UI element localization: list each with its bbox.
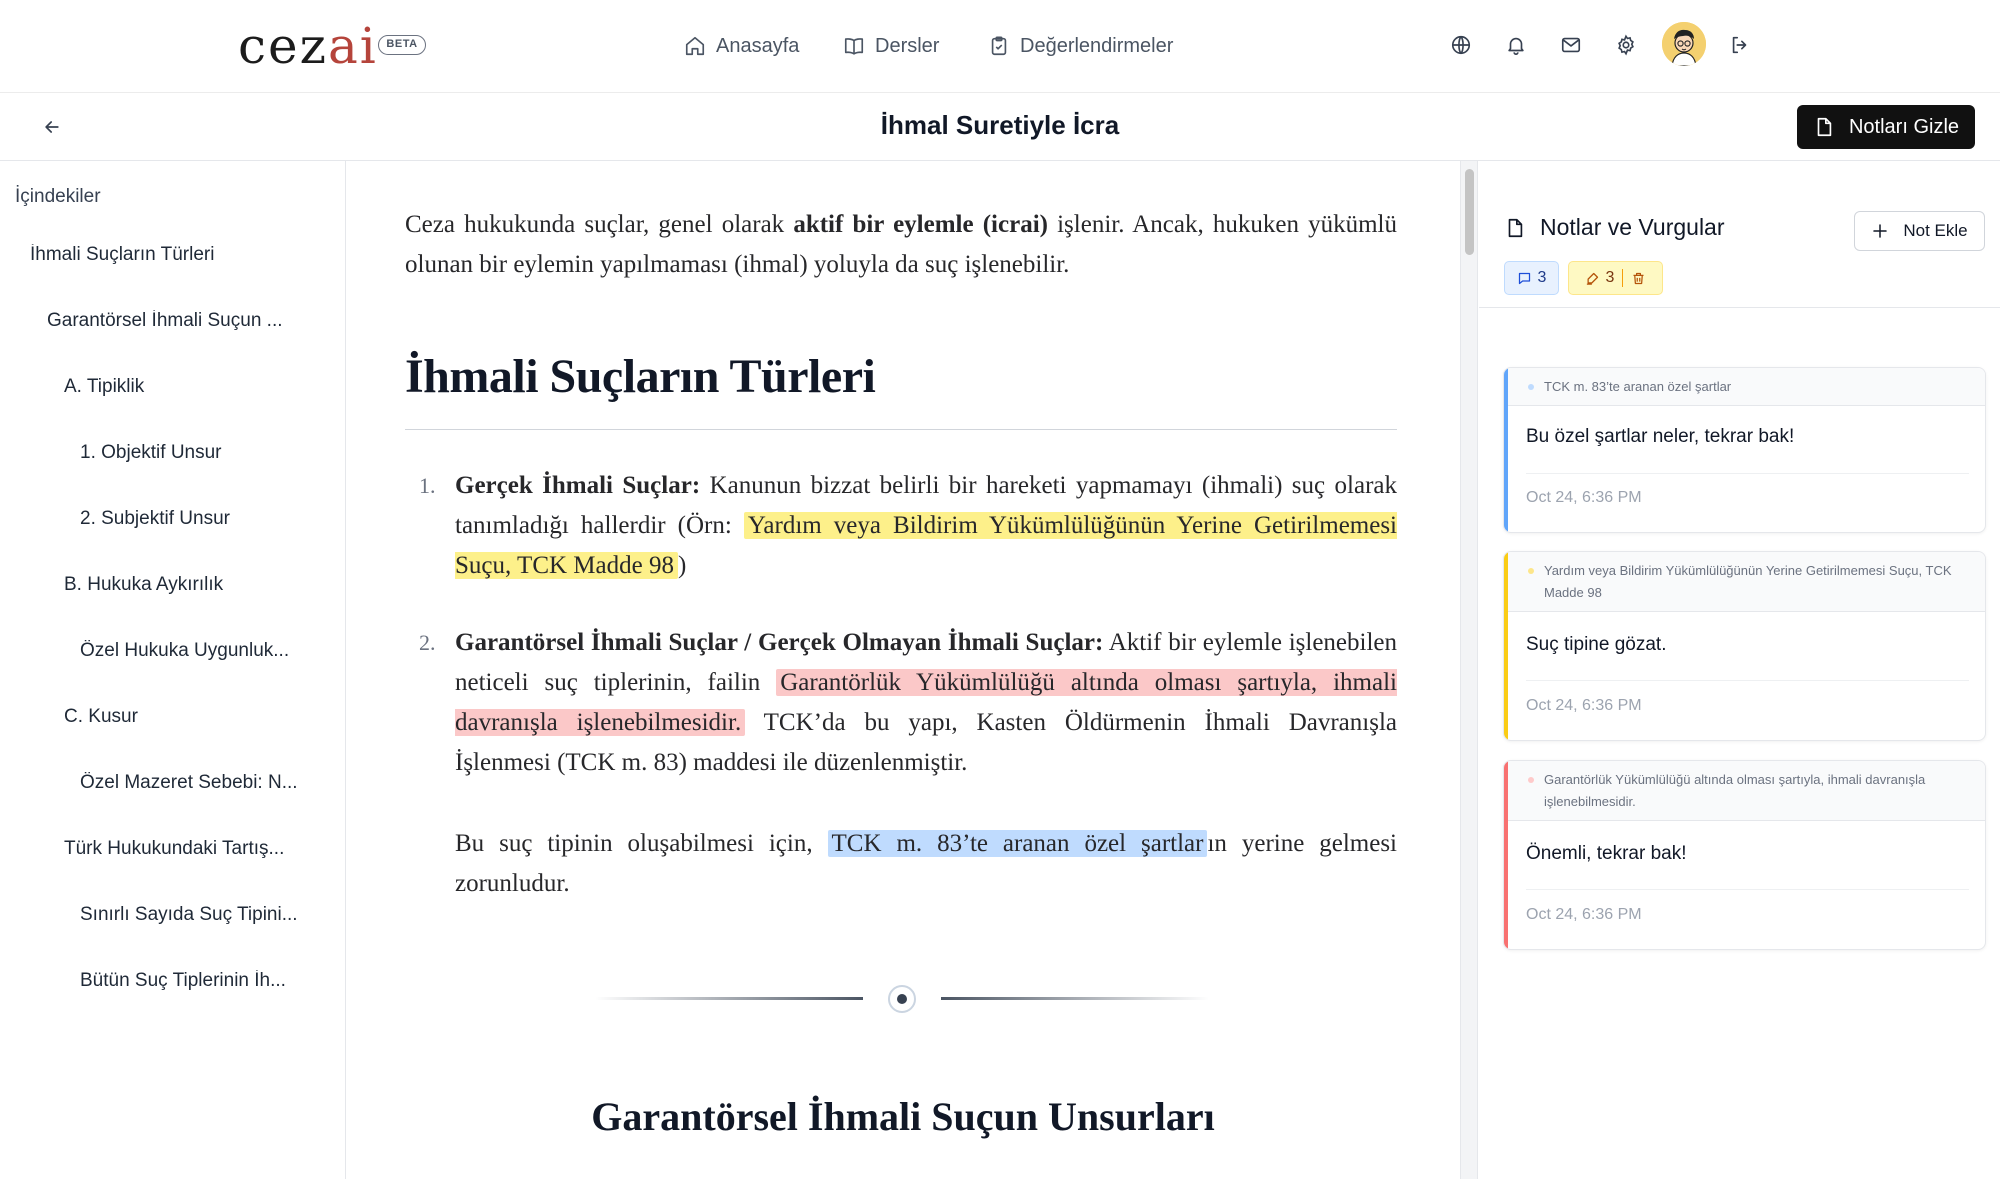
comment-count: 3	[1537, 269, 1547, 286]
note-text: Bu özel şartlar neler, tekrar bak!	[1526, 426, 1795, 447]
logo[interactable]: cezai	[238, 18, 378, 74]
bell-icon	[1508, 37, 1524, 55]
add-note-button[interactable]: Not Ekle	[1854, 211, 1985, 251]
book-icon	[844, 38, 864, 55]
add-note-label: Not Ekle	[1903, 221, 1968, 240]
lesson-content: Ceza hukukunda suçlar, genel olarak akti…	[347, 161, 1459, 1179]
avatar-image	[1662, 22, 1706, 66]
note-card[interactable]: Garantörlük Yükümlülüğü altında olması ş…	[1503, 760, 1986, 950]
hide-notes-button[interactable]: Notları Gizle	[1797, 105, 1975, 149]
note-card[interactable]: Yardım veya Bildirim Yükümlülüğünün Yeri…	[1503, 551, 1986, 741]
note-card[interactable]: TCK m. 83’te aranan özel şartlar Bu özel…	[1503, 367, 1986, 533]
section-divider-right	[941, 997, 1209, 1000]
notifications-button[interactable]	[1502, 31, 1530, 59]
card-quote: Yardım veya Bildirim Yükümlülüğünün Yeri…	[1508, 552, 1985, 612]
hide-notes-label: Notları Gizle	[1848, 115, 1960, 138]
note-text: Suç tipine gözat.	[1526, 634, 1667, 655]
notes-header: Notlar ve Vurgular Not Ekle 3 3	[1479, 161, 2000, 308]
paragraph: Bu suç tipinin oluşabilmesi için, TCK m.…	[455, 830, 1398, 897]
nav-home-label: Anasayfa	[716, 34, 800, 57]
settings-button[interactable]	[1612, 31, 1640, 59]
card-quote: Garantörlük Yükümlülüğü altında olması ş…	[1508, 761, 1985, 821]
mail-icon	[1561, 37, 1581, 53]
table-of-contents: İçindekiler İhmali Suçların Türleri Gara…	[0, 161, 346, 1179]
heading-divider	[405, 429, 1397, 430]
plus-icon	[1873, 224, 1888, 238]
toc-title: İçindekiler	[15, 186, 101, 207]
toc-item[interactable]: Özel Hukuka Uygunluk...	[80, 640, 330, 662]
scrollbar-thumb[interactable]	[1465, 169, 1474, 255]
list-number: 2.	[419, 630, 436, 655]
card-divider	[1526, 680, 1969, 681]
logout-button[interactable]	[1726, 31, 1754, 59]
home-icon	[685, 36, 705, 56]
messages-button[interactable]	[1557, 31, 1585, 59]
card-quote: TCK m. 83’te aranan özel şartlar	[1508, 368, 1985, 406]
nav-assessments-label: Değerlendirmeler	[1020, 34, 1174, 57]
nav-assessments[interactable]: Değerlendirmeler	[988, 32, 1173, 60]
toc-item[interactable]: C. Kusur	[64, 706, 324, 728]
document-icon	[1508, 218, 1523, 237]
logout-icon	[1732, 36, 1747, 54]
avatar[interactable]	[1662, 22, 1706, 66]
quote-dot	[1528, 777, 1534, 783]
note-date: Oct 24, 6:36 PM	[1526, 489, 1642, 506]
comment-icon	[1518, 272, 1530, 284]
toc-item[interactable]: B. Hukuka Aykırılık	[64, 574, 324, 596]
arrow-left-icon	[45, 121, 59, 133]
nav-home[interactable]: Anasayfa	[684, 32, 799, 60]
toc-item[interactable]: A. Tipiklik	[64, 376, 324, 398]
gear-icon	[1618, 34, 1634, 56]
note-text: Önemli, tekrar bak!	[1526, 843, 1687, 864]
toc-item[interactable]: 2. Subjektif Unsur	[80, 508, 330, 530]
toc-item[interactable]: İhmali Suçların Türleri	[30, 244, 330, 266]
list-item: Gerçek İhmali Suçlar: Kanunun bizzat bel…	[455, 472, 1398, 579]
note-date: Oct 24, 6:36 PM	[1526, 906, 1642, 923]
section-divider-dot	[888, 985, 916, 1013]
language-button[interactable]	[1447, 31, 1475, 59]
globe-icon	[1451, 35, 1471, 55]
toc-item[interactable]: Sınırlı Sayıda Suç Tipini...	[80, 904, 330, 926]
list-item: Garantörsel İhmali Suçlar / Gerçek Olmay…	[455, 629, 1397, 776]
section-divider-left	[595, 997, 863, 1000]
quote-dot	[1528, 384, 1534, 390]
toc-item[interactable]: 1. Objektif Unsur	[80, 442, 330, 464]
top-navbar: cezai BETA Anasayfa Dersler Değerlendirm…	[0, 0, 2000, 93]
toc-item[interactable]: Türk Hukukundaki Tartış...	[64, 838, 329, 860]
trash-icon[interactable]	[1631, 271, 1646, 286]
card-divider	[1526, 473, 1969, 474]
toc-item[interactable]: Bütün Suç Tiplerinin İh...	[80, 970, 330, 992]
comments-filter[interactable]: 3	[1504, 261, 1559, 295]
nav-courses[interactable]: Dersler	[843, 32, 939, 60]
notes-panel: Notlar ve Vurgular Not Ekle 3 3 TCK m. 8…	[1479, 161, 2000, 1179]
highlights-filter[interactable]: 3	[1568, 261, 1663, 295]
notes-title: Notlar ve Vurgular	[1504, 214, 1725, 241]
content-scrollbar[interactable]	[1460, 161, 1478, 1179]
list-number: 1.	[419, 473, 436, 498]
badge-separator	[1622, 269, 1624, 287]
page-title: İhmal Suretiyle İcra	[880, 110, 1120, 140]
card-divider	[1526, 889, 1969, 890]
highlight-blue[interactable]: TCK m. 83’te aranan özel şartlar	[827, 830, 1208, 857]
highlighter-icon	[1586, 272, 1598, 285]
document-icon	[1817, 117, 1832, 137]
intro-paragraph: Ceza hukukunda suçlar, genel olarak akti…	[405, 211, 1397, 278]
toc-item[interactable]: Özel Mazeret Sebebi: N...	[80, 772, 330, 794]
back-button[interactable]	[38, 113, 66, 141]
quote-dot	[1528, 568, 1534, 574]
beta-badge: BETA	[378, 35, 426, 55]
section-heading: İhmali Suçların Türleri	[405, 350, 876, 403]
clipboard-icon	[991, 36, 1007, 56]
note-date: Oct 24, 6:36 PM	[1526, 697, 1642, 714]
nav-courses-label: Dersler	[875, 34, 940, 57]
lesson-header: İhmal Suretiyle İcra Notları Gizle	[0, 93, 2000, 161]
highlight-count: 3	[1605, 269, 1615, 286]
toc-item[interactable]: Garantörsel İhmali Suçun ...	[47, 310, 317, 332]
section-heading: Garantörsel İhmali Suçun Unsurları	[591, 1094, 1215, 1139]
bold-term: aktif bir eylemle (icrai)	[793, 211, 1048, 238]
